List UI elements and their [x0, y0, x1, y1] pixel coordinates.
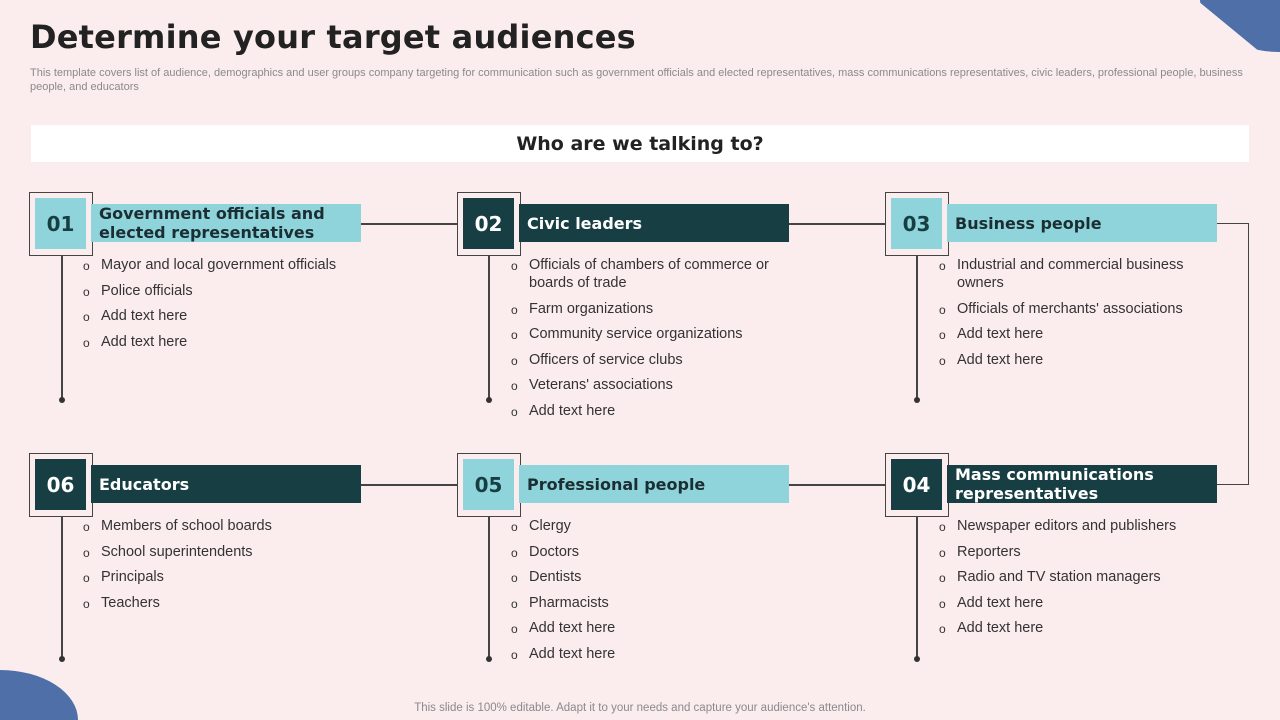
card-heading: Educators [91, 465, 361, 503]
number-frame: 06 [29, 453, 93, 517]
card-number: 03 [891, 198, 942, 249]
stem-dot [914, 656, 920, 662]
list-item: Community service organizations [511, 325, 801, 344]
stem-dot [486, 656, 492, 662]
stem-line [488, 256, 490, 399]
stem-dot [59, 656, 65, 662]
banner: Who are we talking to? [31, 125, 1249, 162]
card-item-list: Members of school boards School superint… [83, 517, 373, 619]
number-frame: 04 [885, 453, 949, 517]
stem-dot [914, 397, 920, 403]
banner-text: Who are we talking to? [516, 132, 764, 155]
list-item: Add text here [939, 594, 1229, 613]
number-frame: 05 [457, 453, 521, 517]
card-item-list: Mayor and local government officials Pol… [83, 256, 373, 358]
list-item: Officers of service clubs [511, 351, 801, 370]
list-item: Add text here [83, 333, 373, 352]
stem-dot [59, 397, 65, 403]
list-item: Officials of chambers of commerce or boa… [511, 256, 801, 292]
list-item: Veterans' associations [511, 376, 801, 395]
card-number: 02 [463, 198, 514, 249]
connector-line [789, 223, 885, 225]
list-item: Add text here [939, 325, 1229, 344]
stem-dot [486, 397, 492, 403]
list-item: Add text here [511, 645, 801, 664]
corner-decoration-top-right [1200, 0, 1280, 52]
stem-line [488, 516, 490, 659]
connector-line [361, 223, 457, 225]
list-item: Officials of merchants' associations [939, 300, 1229, 319]
list-item: Newspaper editors and publishers [939, 517, 1229, 536]
number-frame: 03 [885, 192, 949, 256]
page-title: Determine your target audiences [30, 18, 636, 56]
card-number: 01 [35, 198, 86, 249]
list-item: Add text here [939, 351, 1229, 370]
list-item: Farm organizations [511, 300, 801, 319]
card-number: 04 [891, 459, 942, 510]
stem-line [61, 516, 63, 659]
list-item: Pharmacists [511, 594, 801, 613]
card-heading: Business people [947, 204, 1217, 242]
number-frame: 02 [457, 192, 521, 256]
connector-line [789, 484, 885, 486]
stem-line [61, 256, 63, 399]
list-item: Police officials [83, 282, 373, 301]
number-frame: 01 [29, 192, 93, 256]
card-heading: Professional people [519, 465, 789, 503]
list-item: Teachers [83, 594, 373, 613]
list-item: Industrial and commercial business owner… [939, 256, 1229, 292]
list-item: Radio and TV station managers [939, 568, 1229, 587]
list-item: Add text here [939, 619, 1229, 638]
stem-line [916, 256, 918, 399]
list-item: Dentists [511, 568, 801, 587]
footer-note: This slide is 100% editable. Adapt it to… [414, 702, 866, 714]
list-item: School superintendents [83, 543, 373, 562]
card-item-list: Industrial and commercial business owner… [939, 256, 1229, 376]
page-subtitle: This template covers list of audience, d… [30, 67, 1243, 93]
card-heading: Civic leaders [519, 204, 789, 242]
card-heading: Government officials and elected represe… [91, 204, 361, 242]
card-item-list: Newspaper editors and publishers Reporte… [939, 517, 1229, 645]
list-item: Clergy [511, 517, 801, 536]
list-item: Members of school boards [83, 517, 373, 536]
list-item: Principals [83, 568, 373, 587]
list-item: Mayor and local government officials [83, 256, 373, 275]
card-number: 06 [35, 459, 86, 510]
list-item: Add text here [83, 307, 373, 326]
list-item: Reporters [939, 543, 1229, 562]
card-number: 05 [463, 459, 514, 510]
card-item-list: Officials of chambers of commerce or boa… [511, 256, 801, 427]
list-item: Doctors [511, 543, 801, 562]
card-heading: Mass communications representatives [947, 465, 1217, 503]
stem-line [916, 516, 918, 659]
list-item: Add text here [511, 402, 801, 421]
connector-line [361, 484, 457, 486]
card-item-list: Clergy Doctors Dentists Pharmacists Add … [511, 517, 801, 670]
list-item: Add text here [511, 619, 801, 638]
